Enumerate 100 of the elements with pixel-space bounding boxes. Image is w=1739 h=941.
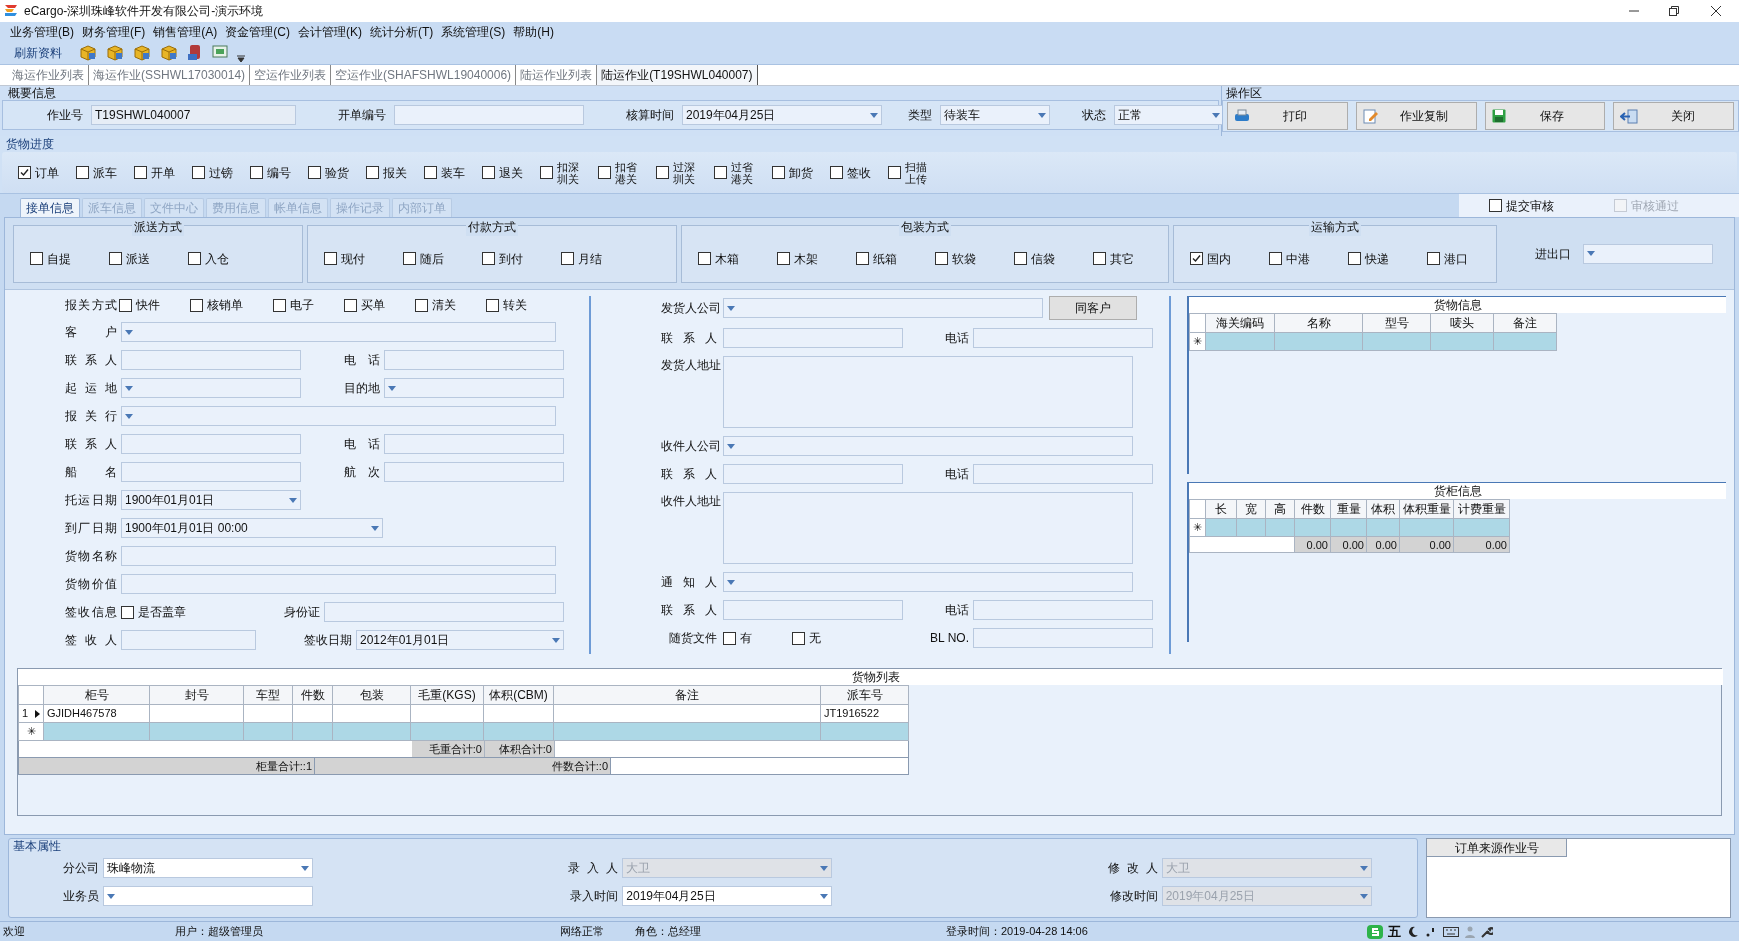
checkbox[interactable]: 扣深圳关 (540, 160, 581, 185)
checkbox[interactable]: 港口 (1427, 249, 1468, 268)
text-area[interactable] (723, 356, 1133, 428)
table-cell[interactable] (484, 723, 554, 741)
checkbox[interactable]: 过省港关 (714, 160, 755, 185)
input-field[interactable] (121, 462, 301, 482)
table-cell[interactable] (333, 723, 411, 741)
checkbox[interactable]: 纸箱 (856, 249, 897, 268)
package-icon[interactable] (106, 44, 124, 61)
table-cell[interactable] (1400, 519, 1454, 537)
checkbox[interactable]: 其它 (1093, 249, 1134, 268)
table-cell[interactable] (244, 705, 293, 723)
input-field[interactable] (973, 328, 1153, 348)
form-tab[interactable]: 接单信息 (20, 198, 80, 217)
checkbox[interactable]: 月结 (561, 249, 602, 268)
table-cell[interactable] (1363, 333, 1431, 351)
checkbox[interactable]: 信袋 (1014, 249, 1055, 268)
checkbox[interactable]: 有 (723, 629, 752, 647)
input-field[interactable] (384, 462, 564, 482)
table-cell[interactable] (411, 705, 484, 723)
toolbar-button[interactable]: 作业复制 (1355, 102, 1477, 130)
checkbox[interactable]: 派送 (109, 249, 150, 268)
dropdown-field[interactable]: 1900年01月01日 00:00 (121, 518, 383, 538)
table-cell[interactable] (1494, 333, 1557, 351)
checkbox[interactable]: 装车 (424, 163, 465, 182)
same-as-customer-button[interactable]: 同客户 (1049, 296, 1137, 320)
document-tab[interactable]: 陆运作业(T19SHWL040007) (597, 65, 758, 85)
menu-item[interactable]: 财务管理(F) (82, 22, 146, 41)
table-cell[interactable] (293, 705, 333, 723)
checkbox[interactable]: 现付 (324, 249, 365, 268)
package-icon[interactable] (133, 44, 151, 61)
package-icon[interactable] (160, 44, 178, 61)
document-tab[interactable]: 海运作业列表 (8, 65, 89, 85)
dropdown-field[interactable] (384, 378, 564, 398)
table-cell[interactable] (44, 723, 150, 741)
table-cell[interactable]: JT1916522 (821, 705, 909, 723)
ime-mode[interactable]: 五 (1388, 921, 1401, 941)
checkbox[interactable]: 软袋 (935, 249, 976, 268)
keyboard-icon[interactable] (1443, 926, 1459, 937)
checkbox[interactable]: 快递 (1348, 249, 1389, 268)
person-icon[interactable] (1465, 925, 1475, 938)
checkbox[interactable]: 清关 (415, 296, 456, 314)
table-cell[interactable] (1431, 333, 1494, 351)
dropdown-field[interactable] (723, 436, 1133, 456)
dropdown-field[interactable]: 珠峰物流 (103, 858, 313, 878)
table-cell[interactable] (1206, 519, 1237, 537)
dropdown-field[interactable] (723, 298, 1043, 318)
document-tab[interactable]: 海运作业(SSHWL17030014) (89, 65, 251, 85)
wrench-icon[interactable] (1481, 925, 1493, 938)
table-cell[interactable] (1266, 519, 1295, 537)
checkbox[interactable]: 无 (792, 629, 821, 647)
refresh-button[interactable]: 刷新资料 (14, 43, 62, 62)
checkbox[interactable]: 卸货 (772, 163, 813, 182)
input-field[interactable] (973, 600, 1153, 620)
toolbar-button[interactable]: 保存 (1484, 102, 1606, 130)
input-field[interactable] (121, 350, 301, 370)
input-field[interactable] (384, 350, 564, 370)
input-field[interactable] (121, 630, 256, 650)
table-cell[interactable] (554, 723, 821, 741)
restore-icon[interactable] (1669, 6, 1679, 16)
checkbox[interactable]: 提交审核 (1489, 196, 1554, 215)
input-field[interactable] (723, 464, 903, 484)
table-cell[interactable] (150, 723, 244, 741)
input-field[interactable] (121, 434, 301, 454)
input-field[interactable] (723, 600, 903, 620)
dropdown-field[interactable]: 1900年01月01日 (121, 490, 301, 510)
menu-item[interactable]: 系统管理(S) (441, 22, 506, 41)
checkbox[interactable]: 是否盖章 (121, 603, 186, 621)
overflow-chevron-icon[interactable] (237, 53, 245, 62)
menu-item[interactable]: 会计管理(K) (298, 22, 362, 41)
checkbox[interactable]: 到付 (482, 249, 523, 268)
input-field[interactable] (973, 464, 1153, 484)
table-cell[interactable] (411, 723, 484, 741)
package-icon[interactable] (79, 44, 97, 61)
monitor-icon[interactable] (212, 45, 228, 60)
dropdown-field[interactable] (121, 322, 556, 342)
checkbox[interactable]: 扣省港关 (598, 160, 639, 185)
menu-item[interactable]: 统计分析(T) (370, 22, 434, 41)
checkbox[interactable]: 转关 (486, 296, 527, 314)
checkbox[interactable]: 编号 (250, 163, 291, 182)
dropdown-field[interactable] (723, 572, 1133, 592)
input-field[interactable] (973, 628, 1153, 648)
checkbox[interactable]: 验货 (308, 163, 349, 182)
checkbox[interactable]: 核销单 (190, 296, 243, 314)
document-tab[interactable]: 空运作业列表 (250, 65, 332, 85)
menu-item[interactable]: 资金管理(C) (225, 22, 290, 41)
dropdown-field[interactable] (121, 378, 301, 398)
table-cell[interactable]: GJIDH467578 (44, 705, 150, 723)
table-cell[interactable] (554, 705, 821, 723)
table-cell[interactable] (821, 723, 909, 741)
input-field[interactable] (394, 105, 584, 125)
dropdown-field[interactable] (1583, 243, 1713, 264)
checkbox[interactable]: 自提 (30, 249, 71, 268)
checkbox[interactable]: 过深圳关 (656, 160, 697, 185)
table-cell[interactable] (484, 705, 554, 723)
input-field[interactable] (384, 434, 564, 454)
menu-item[interactable]: 帮助(H) (513, 22, 554, 41)
moon-icon[interactable] (1407, 925, 1419, 938)
dropdown-field[interactable]: 待装车 (940, 105, 1050, 125)
checkbox[interactable]: 国内 (1190, 249, 1231, 268)
